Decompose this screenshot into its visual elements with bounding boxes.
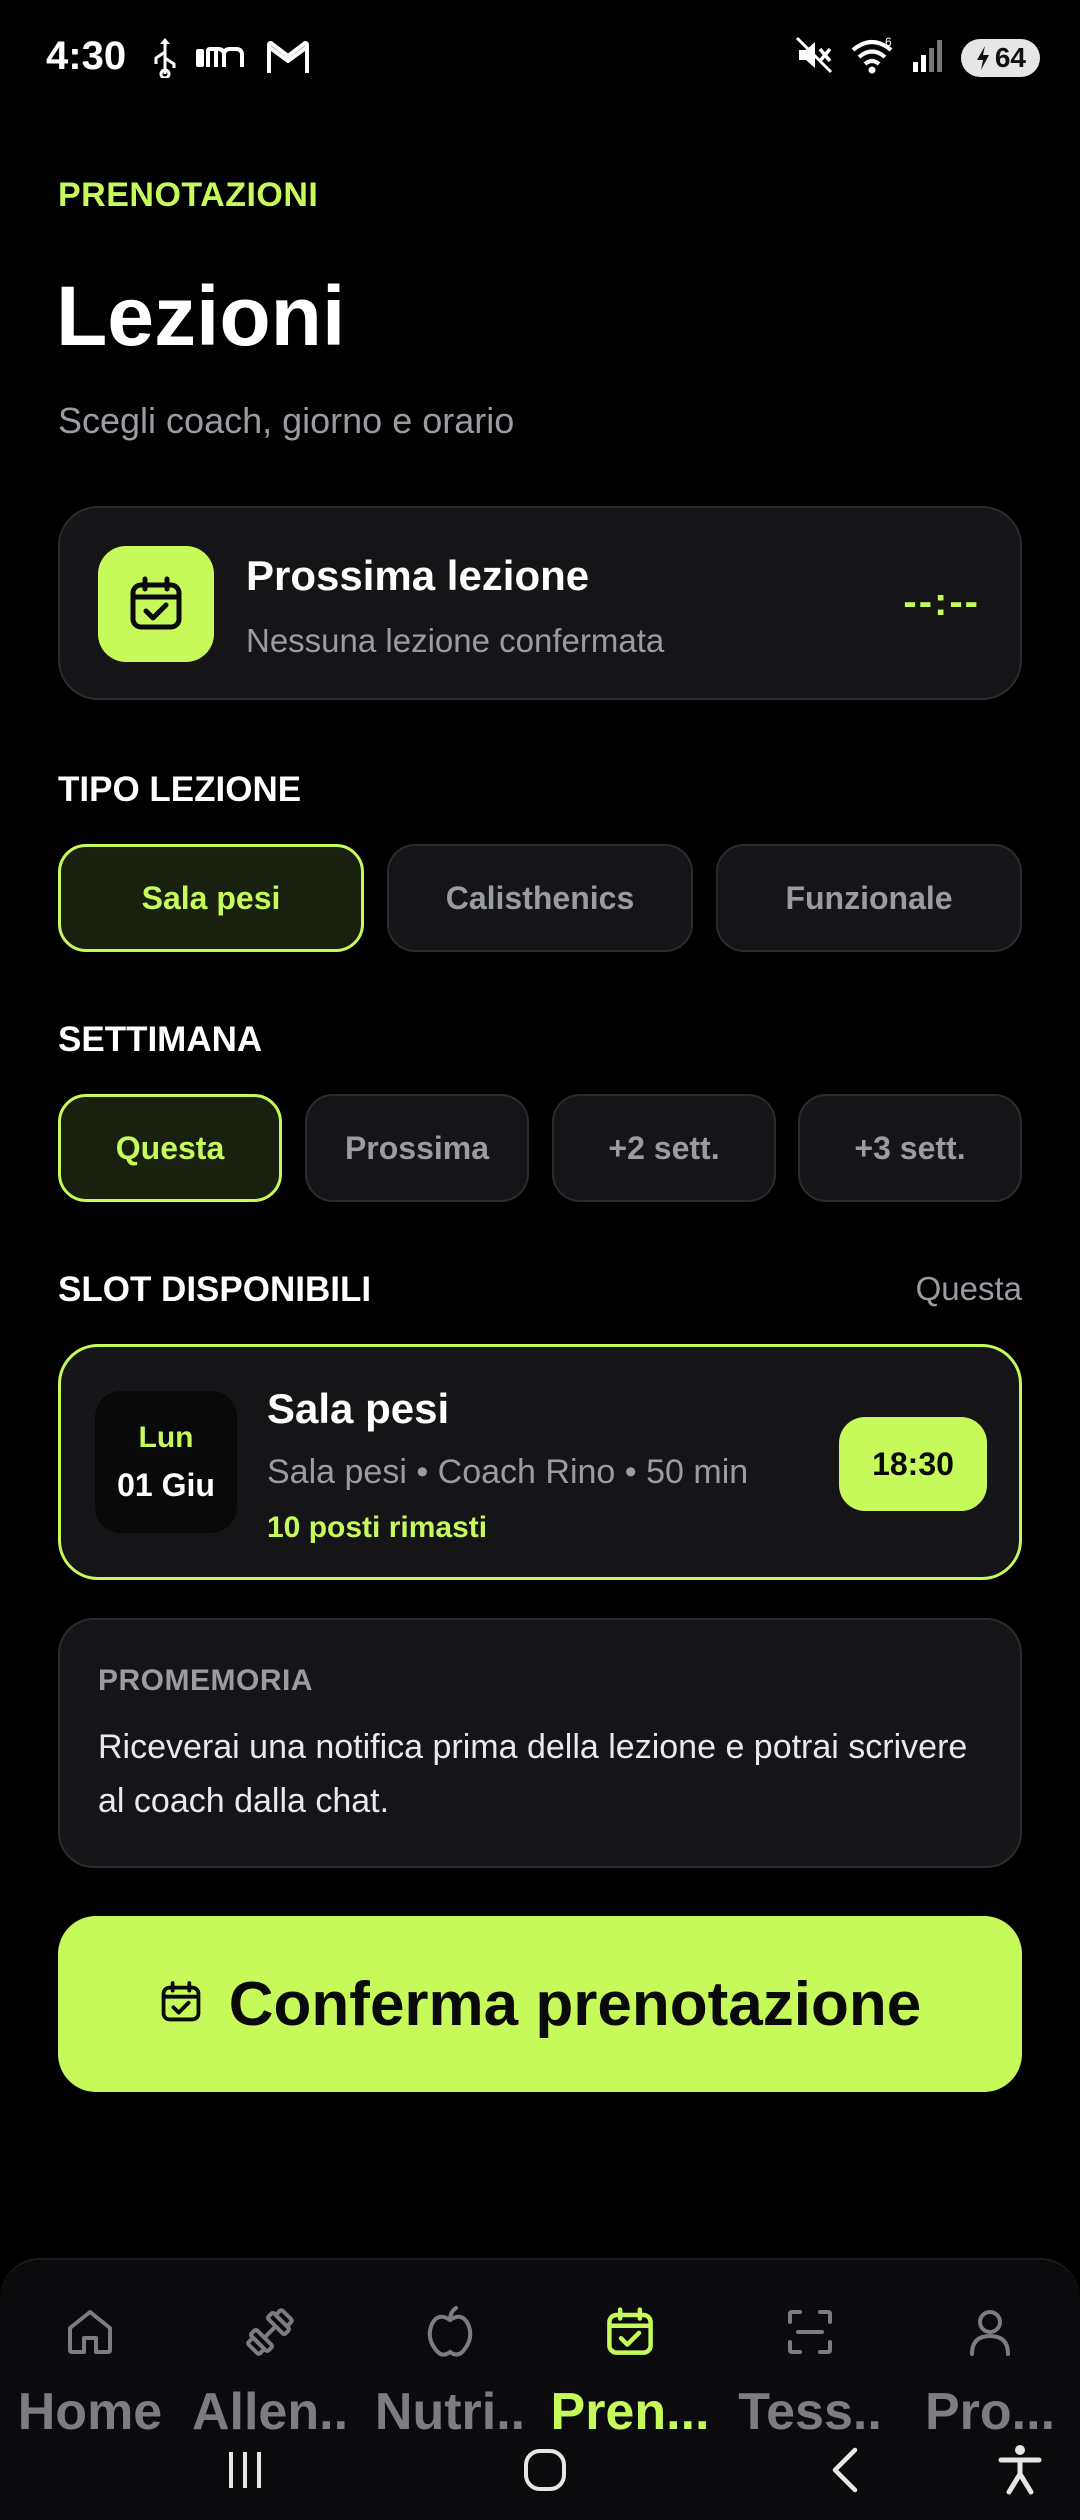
slot-date-badge: Lun 01 Giu — [95, 1391, 237, 1533]
mute-icon — [795, 36, 833, 79]
confirm-booking-label: Conferma prenotazione — [228, 1969, 922, 2039]
status-bar: 4:30 6 64 — [0, 0, 1080, 120]
battery-indicator: 64 — [960, 38, 1040, 77]
slot-seats-left: 10 posti rimasti — [267, 1511, 488, 1544]
lesson-type-heading: TIPO LEZIONE — [58, 770, 302, 809]
scan-icon — [784, 2300, 836, 2364]
reminder-text: Riceverai una notifica prima della lezio… — [98, 1728, 968, 1820]
slot-card[interactable]: Lun 01 Giu Sala pesi Sala pesi • Coach R… — [58, 1344, 1022, 1580]
apple-icon — [424, 2300, 476, 2364]
confirm-booking-button[interactable]: Conferma prenotazione — [58, 1916, 1022, 2092]
dumbbell-icon — [242, 2300, 298, 2364]
calendar-check-icon — [159, 1980, 203, 2029]
reminder-title: PROMEMORIA — [98, 1664, 313, 1697]
system-nav-bar — [0, 2420, 1080, 2520]
week-chip-plus3[interactable]: +3 sett. — [798, 1094, 1022, 1202]
calendar-check-icon — [604, 2300, 656, 2364]
status-right-icons: 6 64 — [795, 35, 1040, 79]
next-lesson-title: Prossima lezione — [246, 552, 590, 599]
recent-apps-icon[interactable] — [200, 2420, 290, 2520]
home-button-icon[interactable] — [500, 2420, 590, 2520]
carrier-logo-icon — [196, 43, 248, 78]
next-lesson-card[interactable]: Prossima lezione Nessuna lezione conferm… — [58, 506, 1022, 700]
slot-meta: Sala pesi • Coach Rino • 50 min — [267, 1453, 749, 1491]
accessibility-icon[interactable] — [975, 2420, 1065, 2520]
calendar-check-icon — [98, 546, 214, 662]
status-left-icons — [152, 38, 310, 83]
page-title: Lezioni — [56, 269, 346, 363]
week-chip-next[interactable]: Prossima — [305, 1094, 529, 1202]
signal-icon — [911, 38, 945, 77]
slot-title: Sala pesi — [267, 1385, 450, 1432]
lesson-type-chip-sala-pesi[interactable]: Sala pesi — [58, 844, 364, 952]
week-heading: SETTIMANA — [58, 1020, 263, 1059]
wifi-icon: 6 — [849, 35, 895, 79]
charging-bolt-icon — [976, 45, 989, 70]
battery-level: 64 — [994, 41, 1026, 73]
next-lesson-time: --:-- — [903, 580, 980, 624]
usb-icon — [152, 38, 178, 83]
lesson-type-chip-calisthenics[interactable]: Calisthenics — [387, 844, 693, 952]
slot-time-badge[interactable]: 18:30 — [839, 1417, 987, 1511]
svg-text:6: 6 — [885, 36, 892, 49]
bookings-screen: 4:30 6 64 PRENOTAZIONI Lezioni Scegli co… — [0, 0, 1080, 2520]
week-chip-plus2[interactable]: +2 sett. — [552, 1094, 776, 1202]
back-icon[interactable] — [800, 2420, 890, 2520]
week-chip-this[interactable]: Questa — [58, 1094, 282, 1202]
user-icon — [964, 2300, 1016, 2364]
slot-date: 01 Giu — [117, 1466, 215, 1503]
reminder-card: PROMEMORIA Riceverai una notifica prima … — [58, 1618, 1022, 1868]
gmail-icon — [266, 40, 310, 80]
next-lesson-status: Nessuna lezione confermata — [246, 622, 665, 659]
section-kicker: PRENOTAZIONI — [58, 176, 319, 214]
slots-heading: SLOT DISPONIBILI — [58, 1270, 372, 1309]
home-icon — [64, 2300, 116, 2364]
slots-week-label: Questa — [915, 1270, 1022, 1307]
status-time: 4:30 — [46, 34, 127, 78]
slot-day: Lun — [138, 1420, 194, 1454]
lesson-type-chip-funzionale[interactable]: Funzionale — [716, 844, 1022, 952]
page-subtitle: Scegli coach, giorno e orario — [58, 400, 515, 441]
